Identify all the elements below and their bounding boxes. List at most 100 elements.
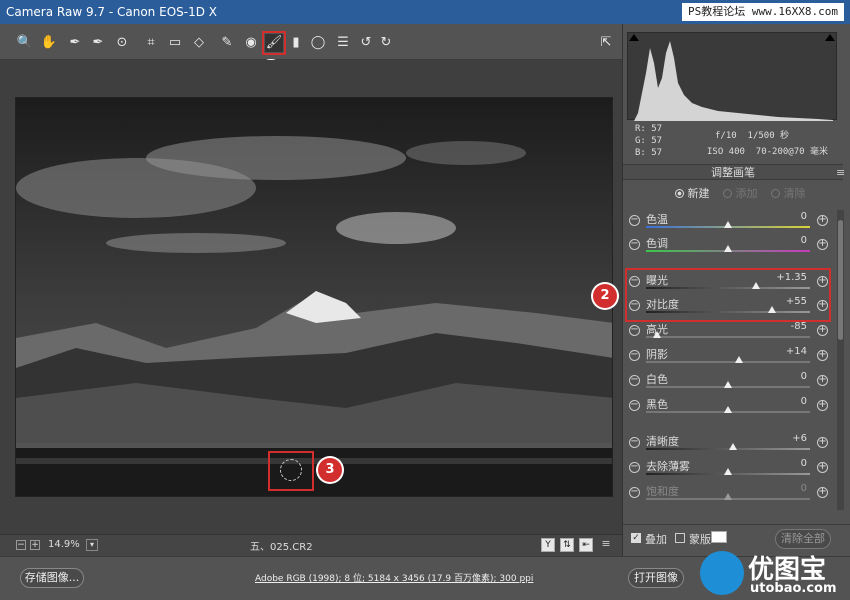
plus-icon[interactable]: + [817,462,828,473]
slider-highlights[interactable]: − 高光 -85 + [627,321,831,345]
lens: 70-200@70 毫米 [755,147,828,157]
slider-track[interactable] [646,361,810,363]
scrollbar-thumb[interactable] [838,220,843,340]
adjustment-brush-icon[interactable]: 🖌 [262,31,286,55]
plus-icon[interactable]: + [817,239,828,250]
zoom-icon[interactable]: 🔍 [16,34,34,52]
slider-value[interactable]: +6 [767,433,807,444]
white-balance-icon[interactable]: ✒ [66,34,84,52]
r-label: R: [635,124,646,134]
clear-all-button[interactable]: 清除全部 [775,529,831,549]
plus-icon[interactable]: + [817,375,828,386]
minus-icon[interactable]: − [629,325,640,336]
overlay-label: 叠加 [645,533,667,546]
slider-thumb[interactable] [653,331,662,338]
window-title: Camera Raw 9.7 - Canon EOS-1D X [6,5,217,19]
slider-thumb[interactable] [724,245,732,252]
shadow-clipping-icon[interactable] [629,34,639,41]
plus-icon[interactable]: + [817,325,828,336]
open-image-button[interactable]: 打开图像 [628,568,684,588]
mode-erase[interactable]: 清除 [771,185,806,201]
overlay-checkbox[interactable]: ✓ [631,533,641,543]
slider-value[interactable]: 0 [767,458,807,469]
slider-label: 清晰度 [646,435,679,448]
slider-thumb[interactable] [735,356,744,363]
zoom-in-button[interactable]: + [30,540,40,550]
slider-value[interactable]: 0 [767,483,807,494]
slider-tint[interactable]: − 色调 0 + [627,235,831,259]
spot-removal-icon[interactable]: ✎ [218,34,236,52]
minus-icon[interactable]: − [629,487,640,498]
mask-checkbox[interactable] [675,533,685,543]
minus-icon[interactable]: − [629,350,640,361]
slider-thumb[interactable] [724,406,732,413]
plus-icon[interactable]: + [817,350,828,361]
minus-icon[interactable]: − [629,215,640,226]
slider-shadows[interactable]: − 阴影 +14 + [627,346,831,370]
rotate-cw-icon[interactable]: ↻ [377,34,395,52]
minus-icon[interactable]: − [629,462,640,473]
mode-new[interactable]: 新建 [675,185,710,201]
minus-icon[interactable]: − [629,437,640,448]
preview-area[interactable]: 3 [0,60,622,534]
slider-dehaze[interactable]: − 去除薄雾 0 + [627,458,831,482]
radial-filter-icon[interactable]: ◯ [309,34,327,52]
workflow-options-link[interactable]: Adobe RGB (1998); 8 位; 5184 x 3456 (17.9… [255,571,533,584]
panel-scrollbar[interactable] [837,210,844,510]
swap-settings-icon[interactable]: ⇅ [560,538,574,552]
red-eye-icon[interactable]: ◉ [242,34,260,52]
plus-icon[interactable]: + [817,215,828,226]
save-image-button[interactable]: 存储图像... [20,568,84,588]
radio-selected-icon[interactable] [675,189,684,198]
slider-thumb[interactable] [724,468,732,475]
slider-track[interactable] [646,336,810,338]
zoom-level[interactable]: 14.9% [48,538,84,552]
zoom-dropdown-icon[interactable]: ▾ [86,539,98,551]
radio-icon[interactable] [723,189,732,198]
photo-preview[interactable] [15,97,613,497]
copy-settings-icon[interactable]: ⇤ [579,538,593,552]
preferences-icon[interactable]: ☰ [334,34,352,52]
watermark: PS教程论坛 www.16XX8.com [682,3,844,21]
radio-icon[interactable] [771,189,780,198]
color-sampler-icon[interactable]: ✒ [89,34,107,52]
transform-icon[interactable]: ◇ [190,34,208,52]
plus-icon[interactable]: + [817,437,828,448]
slider-thumb[interactable] [724,381,732,388]
slider-value[interactable]: -85 [767,321,807,332]
slider-whites[interactable]: − 白色 0 + [627,371,831,395]
graduated-filter-icon[interactable]: ▮ [287,34,305,52]
targeted-adjustment-icon[interactable]: ⊙ [113,34,131,52]
hand-icon[interactable]: ✋ [40,34,58,52]
straighten-icon[interactable]: ▭ [166,34,184,52]
highlight-clipping-icon[interactable] [825,34,835,41]
slider-value[interactable]: 0 [767,371,807,382]
slider-value[interactable]: 0 [767,235,807,246]
panel-menu-icon[interactable]: ≡ [836,166,845,179]
slider-clarity[interactable]: − 清晰度 +6 + [627,433,831,457]
plus-icon[interactable]: + [817,487,828,498]
slider-value[interactable]: 0 [767,211,807,222]
plus-icon[interactable]: + [817,400,828,411]
zoom-out-button[interactable]: − [16,540,26,550]
mask-color-swatch[interactable] [711,531,727,543]
rotate-ccw-icon[interactable]: ↺ [357,34,375,52]
minus-icon[interactable]: − [629,400,640,411]
mode-add[interactable]: 添加 [723,185,758,201]
toggle-settings-icon[interactable]: ≡ [599,538,613,552]
slider-value[interactable]: 0 [767,396,807,407]
view-before-after-icon[interactable]: Y [541,538,555,552]
slider-saturation[interactable]: − 饱和度 0 + [627,483,831,507]
slider-blacks[interactable]: − 黑色 0 + [627,396,831,420]
slider-thumb[interactable] [724,221,732,228]
landscape-image [16,98,612,496]
open-preferences-icon[interactable]: ⇱ [597,34,615,52]
minus-icon[interactable]: − [629,239,640,250]
slider-temp[interactable]: − 色温 0 + [627,211,831,235]
crop-icon[interactable]: ⌗ [142,34,160,52]
mode-new-label: 新建 [687,187,710,200]
slider-thumb[interactable] [728,443,737,450]
minus-icon[interactable]: − [629,375,640,386]
slider-value[interactable]: +14 [767,346,807,357]
slider-thumb[interactable] [724,493,732,500]
